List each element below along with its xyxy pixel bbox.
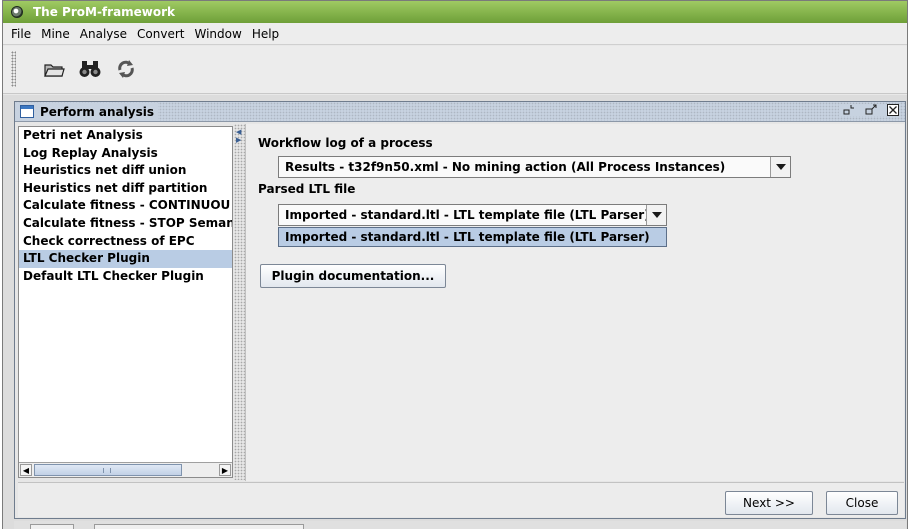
ltl-file-value: Imported - standard.ltl - LTL template f… [285,208,650,222]
close-icon[interactable] [887,104,899,116]
window-titlebar[interactable]: The ProM-framework [3,1,907,23]
workflow-log-combobox[interactable]: Results - t32f9n50.xml - No mining actio… [278,156,791,178]
list-item[interactable]: Petri net Analysis [19,127,232,145]
menu-convert[interactable]: Convert [133,27,188,41]
prom-window: The ProM-framework File Mine Analyse Con… [2,0,908,529]
refresh-icon [118,60,134,78]
plugin-list: Petri net Analysis Log Replay Analysis H… [18,126,233,478]
list-item-selected[interactable]: LTL Checker Plugin [19,250,232,268]
menu-file[interactable]: File [7,27,35,41]
menubar: File Mine Analyse Convert Window Help [3,23,907,45]
list-item[interactable]: Calculate fitness - CONTINUOU [19,197,232,215]
list-item[interactable]: Calculate fitness - STOP Seman [19,215,232,233]
taskbar-tab[interactable] [94,524,304,529]
ltl-dropdown-option[interactable]: Imported - standard.ltl - LTL template f… [278,227,667,247]
maximize-icon[interactable] [865,104,877,116]
next-button[interactable]: Next >> [725,491,813,515]
binoculars-icon [79,61,101,77]
frame-taskbar [14,521,906,529]
ltl-file-combobox[interactable]: Imported - standard.ltl - LTL template f… [278,204,667,226]
list-item[interactable]: Heuristics net diff union [19,162,232,180]
frame-titlebar[interactable]: Perform analysis [15,102,905,122]
folder-open-icon [44,64,65,77]
search-button[interactable] [77,56,103,82]
menu-help[interactable]: Help [248,27,283,41]
minimize-icon[interactable] [843,104,855,116]
scroll-left-icon[interactable]: ◀ [20,464,32,476]
desktop-area: Perform analysis Petri net Analysis Log … [3,95,907,529]
refresh-button[interactable] [113,56,139,82]
list-item[interactable]: Heuristics net diff partition [19,180,232,198]
frame-title-box: Perform analysis [15,102,158,121]
menu-window[interactable]: Window [190,27,245,41]
toolbar-grip[interactable] [11,51,16,87]
scroll-right-icon[interactable]: ▶ [219,464,231,476]
prom-logo-icon [11,6,23,18]
window-title: The ProM-framework [33,5,176,19]
menu-mine[interactable]: Mine [37,27,74,41]
list-item[interactable]: Check correctness of EPC [19,233,232,251]
workflow-log-value: Results - t32f9n50.xml - No mining actio… [285,160,726,174]
plugin-settings-panel: Workflow log of a process Results - t32f… [245,124,904,481]
splitter-arrows-icon[interactable]: ◀ ▶ [236,128,241,144]
close-button[interactable]: Close [826,491,898,515]
frame-title: Perform analysis [40,104,154,119]
menu-analyse[interactable]: Analyse [76,27,131,41]
list-item[interactable]: Log Replay Analysis [19,145,232,163]
open-button[interactable] [41,56,67,82]
chevron-down-icon[interactable] [646,205,666,225]
frame-controls [839,104,899,116]
perform-analysis-frame: Perform analysis Petri net Analysis Log … [14,101,906,519]
frame-window-icon [20,105,34,118]
split-pane-divider[interactable]: ◀ ▶ [234,124,245,480]
taskbar-tab[interactable] [30,524,74,529]
chevron-down-icon[interactable] [770,157,790,177]
list-item[interactable]: Default LTL Checker Plugin [19,268,232,286]
dialog-button-bar: Next >> Close [18,482,904,517]
plugin-documentation-button[interactable]: Plugin documentation... [260,264,446,288]
workflow-log-label: Workflow log of a process [258,136,433,150]
toolbar [3,46,907,94]
ltl-file-label: Parsed LTL file [258,182,356,196]
scroll-thumb[interactable] [34,464,182,476]
horizontal-scrollbar[interactable]: ◀ ▶ [19,462,232,477]
